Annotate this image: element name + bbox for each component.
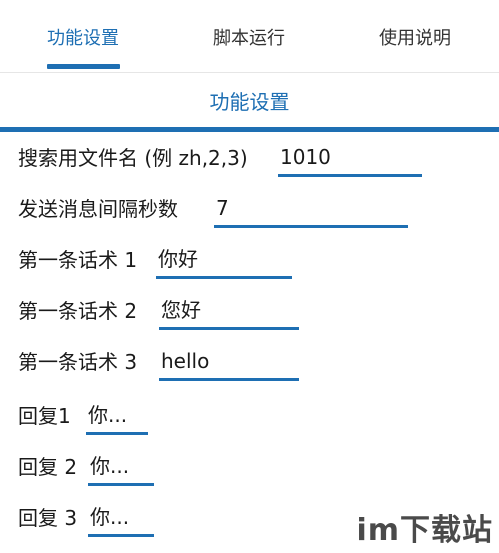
setting-row-script-line-2: 第一条话术 2 您好: [18, 291, 488, 331]
script-line-3-input[interactable]: hello: [159, 344, 299, 381]
script-line-1-input[interactable]: 你好: [156, 242, 292, 279]
reply-2-input[interactable]: 你...: [88, 449, 154, 486]
script-line-2-input[interactable]: 您好: [159, 293, 299, 330]
search-filename-input[interactable]: 1010: [278, 140, 422, 177]
setting-row-script-line-1: 第一条话术 1 你好: [18, 240, 488, 280]
send-interval-input[interactable]: 7: [214, 191, 408, 228]
search-filename-label: 搜索用文件名 (例 zh,2,3): [18, 146, 248, 170]
reply-1-input[interactable]: 你...: [86, 398, 148, 435]
tab-script-run[interactable]: 脚本运行: [166, 0, 332, 72]
setting-row-reply-1: 回复1 你...: [18, 396, 488, 436]
tab-instructions[interactable]: 使用说明: [332, 0, 498, 72]
script-line-1-label: 第一条话术 1: [18, 248, 138, 272]
reply-2-label: 回复 2: [18, 455, 78, 479]
setting-row-reply-2: 回复 2 你...: [18, 447, 488, 487]
script-line-3-label: 第一条话术 3: [18, 350, 138, 374]
send-interval-label: 发送消息间隔秒数: [18, 197, 178, 221]
tab-bar: 功能设置 脚本运行 使用说明: [0, 0, 499, 73]
active-tab-indicator: [47, 64, 120, 69]
reply-3-label: 回复 3: [18, 506, 78, 530]
reply-3-input[interactable]: 你...: [88, 500, 154, 537]
site-watermark: im下载站: [356, 513, 493, 548]
setting-row-script-line-3: 第一条话术 3 hello: [18, 342, 488, 382]
tab-function-settings[interactable]: 功能设置: [0, 0, 166, 72]
reply-1-label: 回复1: [18, 404, 71, 428]
section-title: 功能设置: [209, 90, 290, 114]
setting-row-search-filename: 搜索用文件名 (例 zh,2,3) 1010: [18, 138, 488, 178]
setting-row-send-interval: 发送消息间隔秒数 7: [18, 189, 488, 229]
section-divider: [0, 127, 499, 132]
script-line-2-label: 第一条话术 2: [18, 299, 138, 323]
